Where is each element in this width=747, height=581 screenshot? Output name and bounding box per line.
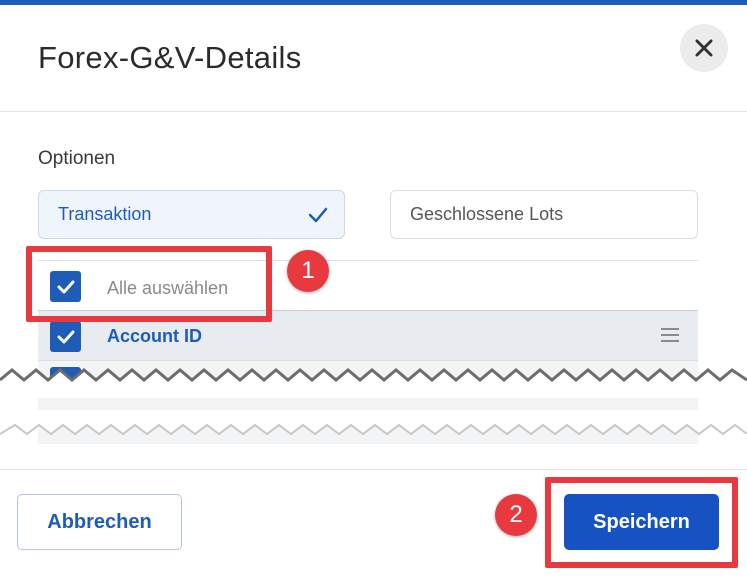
dialog-title: Forex-G&V-Details bbox=[38, 40, 302, 75]
option-label: Transaktion bbox=[58, 204, 152, 224]
top-accent-bar bbox=[0, 0, 747, 5]
checkmark-icon bbox=[308, 207, 328, 223]
options-label: Optionen bbox=[38, 148, 116, 169]
close-x-icon bbox=[695, 39, 713, 57]
torn-edge-top bbox=[0, 368, 747, 398]
dialog: Forex-G&V-Details Optionen Transaktion G… bbox=[0, 0, 747, 581]
cancel-button[interactable]: Abbrechen bbox=[17, 494, 182, 550]
option-transaktion[interactable]: Transaktion bbox=[38, 190, 345, 239]
footer-divider bbox=[0, 469, 747, 470]
column-label: Account ID bbox=[107, 326, 203, 346]
header-divider bbox=[0, 111, 747, 112]
option-label: Geschlossene Lots bbox=[410, 204, 564, 224]
account-id-checkbox[interactable] bbox=[50, 321, 81, 352]
close-button[interactable] bbox=[680, 24, 728, 72]
drag-handle-icon[interactable] bbox=[660, 327, 680, 343]
checkbox-check-icon bbox=[57, 330, 74, 343]
annotation-box-select-all bbox=[26, 246, 272, 322]
annotation-box-save bbox=[545, 477, 738, 568]
option-geschlossene-lots[interactable]: Geschlossene Lots bbox=[390, 190, 698, 239]
annotation-badge: 2 bbox=[495, 494, 537, 536]
annotation-badge: 1 bbox=[287, 250, 329, 292]
torn-edge-bottom bbox=[0, 418, 747, 444]
